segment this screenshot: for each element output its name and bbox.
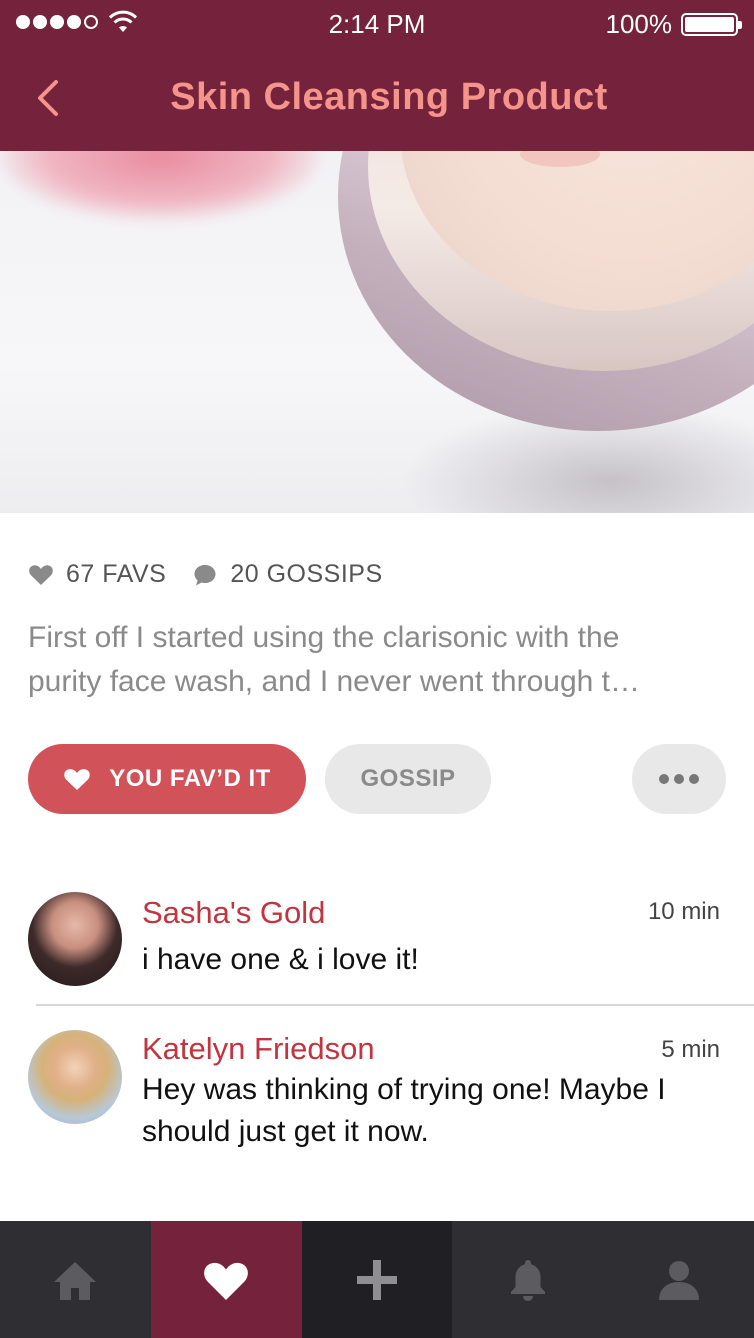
- fav-button-label: YOU FAV’D IT: [109, 765, 271, 792]
- gossip-button-label: GOSSIP: [360, 765, 456, 792]
- tab-profile[interactable]: [603, 1221, 754, 1338]
- comment-author[interactable]: Sasha's Gold: [142, 895, 325, 931]
- comment-divider: [36, 1004, 754, 1006]
- comment-time: 5 min: [661, 1036, 720, 1063]
- app-header: 2:14 PM 100% Skin Cleansing Product: [0, 0, 754, 151]
- page-title: Skin Cleansing Product: [170, 76, 608, 118]
- tab-home[interactable]: [0, 1221, 151, 1338]
- comment-text: Hey was thinking of trying one! Maybe I …: [142, 1073, 666, 1148]
- comment-text: i have one & i love it!: [142, 943, 419, 976]
- battery-percent: 100%: [605, 9, 673, 39]
- person-icon: [658, 1260, 699, 1300]
- tab-notifications[interactable]: [452, 1221, 603, 1338]
- fav-button[interactable]: YOU FAV’D IT: [28, 744, 306, 814]
- tab-bar: [0, 1221, 754, 1338]
- post-stats: 67 FAVS 20 GOSSIPS: [28, 560, 383, 589]
- gossip-button[interactable]: GOSSIP: [325, 744, 491, 814]
- avatar[interactable]: [28, 892, 122, 986]
- comment-time: 10 min: [647, 898, 720, 925]
- status-bar: 2:14 PM 100%: [0, 0, 754, 48]
- excerpt-line: First off I started using the clarisonic…: [28, 621, 620, 654]
- tab-favorites[interactable]: [150, 1221, 302, 1338]
- bell-icon: [510, 1259, 545, 1301]
- ellipsis-icon: [659, 774, 699, 784]
- heart-icon: [204, 1262, 249, 1300]
- excerpt-line: purity face wash, and I never went throu…: [28, 665, 640, 698]
- more-options-button[interactable]: [632, 744, 726, 814]
- battery-icon: [681, 13, 742, 36]
- avatar[interactable]: [28, 1030, 122, 1124]
- comment-author[interactable]: Katelyn Friedson: [142, 1031, 375, 1067]
- heart-icon: [29, 564, 53, 585]
- tab-add[interactable]: [301, 1221, 453, 1338]
- gossips-count: 20 GOSSIPS: [230, 560, 383, 588]
- heart-icon: [64, 769, 90, 790]
- plus-icon: [356, 1259, 397, 1300]
- post-excerpt: First off I started using the clarisonic…: [28, 616, 718, 704]
- favs-count: 67 FAVS: [66, 560, 167, 588]
- product-image: [0, 151, 754, 513]
- speech-bubble-icon: [194, 564, 216, 585]
- home-icon: [54, 1261, 97, 1300]
